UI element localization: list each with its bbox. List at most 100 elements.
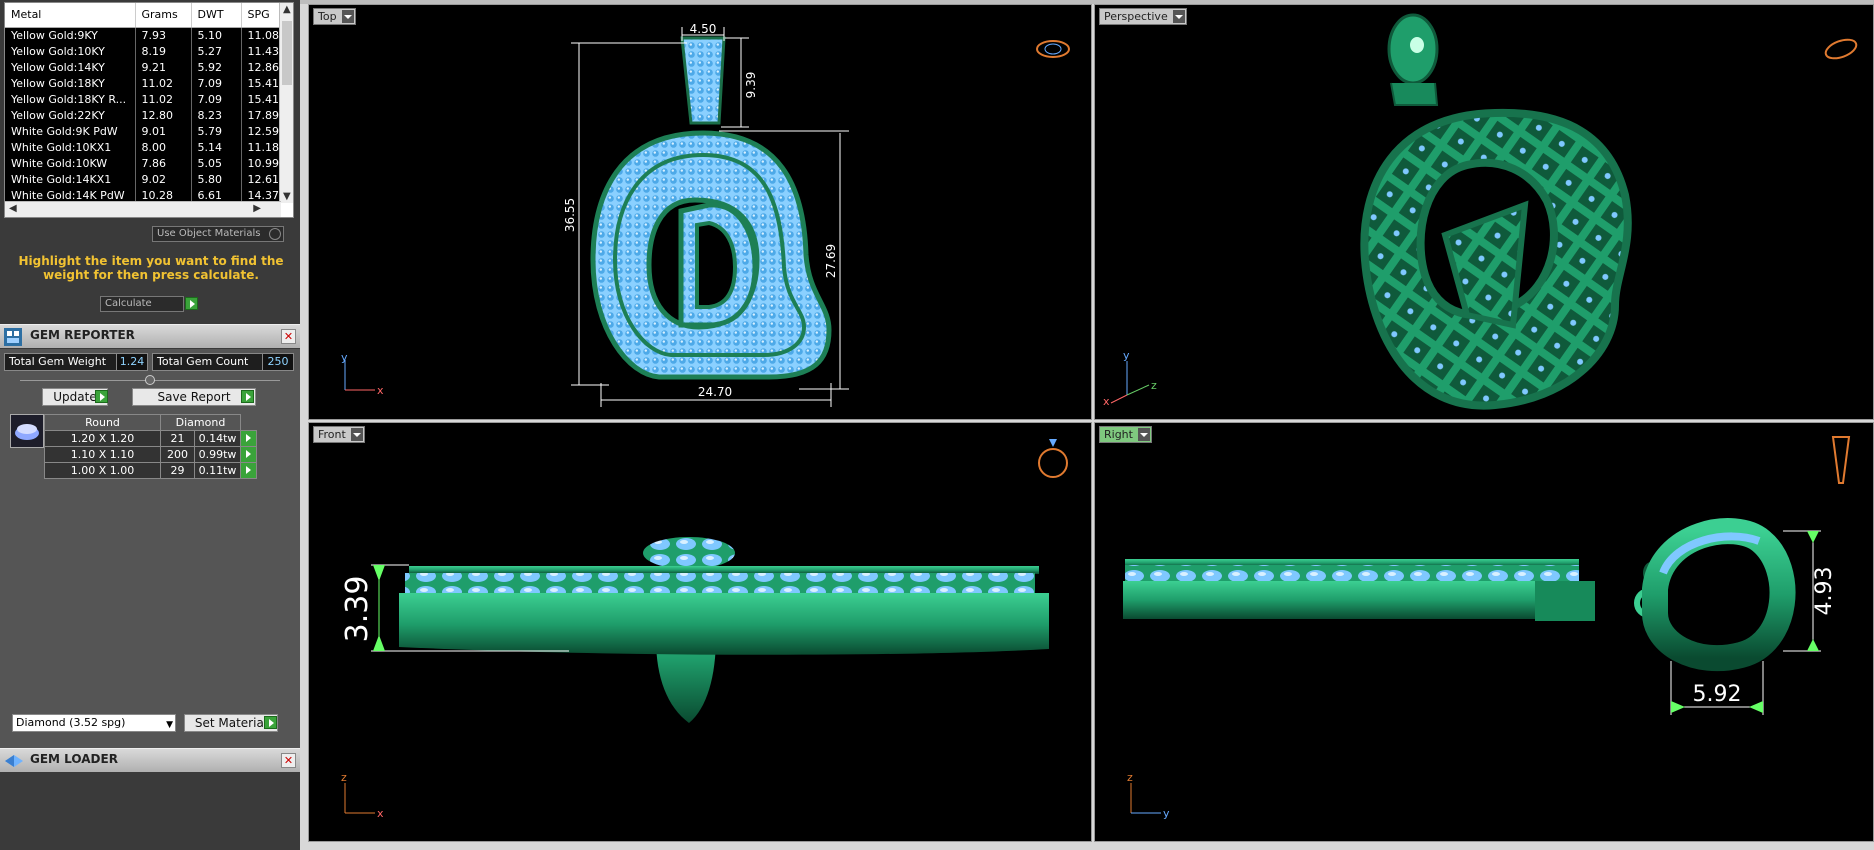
gem-reporter-body [0,349,300,749]
gem-row[interactable]: 1.20 X 1.20 21 0.14tw [44,430,257,447]
gem-reporter-title: GEM REPORTER [30,328,135,342]
total-gem-weight-value: 1.24 [116,353,148,371]
dim-width: 24.70 [698,385,732,399]
set-material-go-icon[interactable] [264,716,277,729]
gem-row-go-cell[interactable] [240,462,257,479]
spg-cell: 17.89 [241,107,284,123]
close-icon[interactable]: ✕ [281,329,296,344]
dwt-cell: 7.09 [191,91,242,107]
viewport-area: Top 4.50 9.39 36.55 27.69 24.70 y x Pers… [304,2,1874,850]
scroll-up-icon[interactable]: ▲ [283,4,291,15]
dim-bail-height: 4.93 [1812,567,1837,616]
axis-z-label: z [341,771,347,784]
table-row[interactable]: White Gold:9K PdW 9.01 5.79 12.59 [5,123,284,139]
use-object-materials-label: Use Object Materials [157,228,261,239]
scroll-left-icon[interactable]: ◀ [9,203,17,214]
viewport-right[interactable]: Right 4.93 5.92 z y [1094,422,1874,842]
metal-weight-table[interactable]: Metal Grams DWT SPG Yellow Gold:9KY 7.93 5… [4,2,294,218]
col-header-spg[interactable]: SPG [241,3,284,28]
scroll-right-icon[interactable]: ▶ [253,203,261,214]
grams-cell: 7.93 [135,27,192,43]
spg-cell: 11.08 [241,27,284,43]
axis-indicator: z y [1127,771,1170,820]
gem-type-header: Diamond [160,414,241,431]
table-row[interactable]: Yellow Gold:18KY R... 11.02 7.09 15.41 [5,91,284,107]
table-row[interactable]: Yellow Gold:9KY 7.93 5.10 11.08 [5,27,284,43]
table-row[interactable]: White Gold:14KX1 9.02 5.80 12.61 [5,171,284,187]
play-icon[interactable] [246,434,251,442]
scroll-down-icon[interactable]: ▼ [283,191,291,202]
metal-cell: Yellow Gold:9KY [5,27,136,43]
update-go-icon[interactable] [95,390,108,403]
gem-weight-cell: 0.99tw [194,446,241,463]
gem-weight-cell: 0.14tw [194,430,241,447]
vertical-scrollbar[interactable]: ▲ ▼ [279,3,293,203]
chevron-down-icon[interactable]: ▼ [166,717,173,733]
gem-row-go-cell[interactable] [240,430,257,447]
gem-loader-header[interactable]: GEM LOADER ✕ [0,748,300,772]
gem-row-go-cell[interactable] [240,446,257,463]
gem-reporter-icon [4,328,22,346]
view-cube-icon[interactable] [1823,36,1859,62]
grams-cell: 9.21 [135,59,192,75]
viewport-perspective[interactable]: Perspective y z x [1094,4,1874,420]
close-icon[interactable]: ✕ [281,753,296,768]
axis-indicator: z x [341,771,384,820]
play-icon[interactable] [246,466,251,474]
save-report-button[interactable]: Save Report [132,388,256,406]
table-row[interactable]: White Gold:10KW 7.86 5.05 10.99 [5,155,284,171]
material-select[interactable]: Diamond (3.52 spg) ▼ [12,714,176,732]
horizontal-scrollbar[interactable]: ◀ ▶ [5,201,281,217]
toggle-icon [269,228,281,240]
table-row[interactable]: Yellow Gold:10KY 8.19 5.27 11.43 [5,43,284,59]
dwt-cell: 5.14 [191,139,242,155]
use-object-materials-checkbox[interactable]: Use Object Materials [152,226,284,242]
dwt-cell: 5.79 [191,123,242,139]
update-label: Update [53,390,97,404]
gem-row[interactable]: 1.10 X 1.10 200 0.99tw [44,446,257,463]
side-view-icon[interactable] [1831,436,1851,484]
col-header-dwt[interactable]: DWT [191,3,242,28]
splitter-handle[interactable] [145,375,155,385]
left-panel: Metal Grams DWT SPG Yellow Gold:9KY 7.93 5… [0,0,300,850]
axis-x-label: x [377,384,384,397]
viewport-top[interactable]: Top 4.50 9.39 36.55 27.69 24.70 y x [308,4,1092,420]
axis-x-label: x [1103,395,1110,408]
spg-cell: 11.18 [241,139,284,155]
metal-cell: Yellow Gold:18KY R... [5,91,136,107]
dim-bail-width: 4.50 [690,22,717,36]
metal-cell: White Gold:10KX1 [5,139,136,155]
gem-row[interactable]: 1.00 X 1.00 29 0.11tw [44,462,257,479]
dim-total-height: 36.55 [563,198,577,232]
table-row[interactable]: Yellow Gold:14KY 9.21 5.92 12.86 [5,59,284,75]
calculate-go-icon[interactable] [185,297,198,310]
ring-view-icon[interactable] [1038,439,1068,478]
axis-y-label: y [1163,807,1170,820]
spg-cell: 12.59 [241,123,284,139]
gem-count-cell: 21 [160,430,195,447]
scroll-thumb[interactable] [282,21,292,85]
table-row[interactable]: White Gold:10KX1 8.00 5.14 11.18 [5,139,284,155]
axis-indicator: y z x [1103,349,1157,408]
dwt-cell: 5.05 [191,155,242,171]
calculate-button[interactable]: Calculate [100,296,184,312]
save-report-go-icon[interactable] [241,390,254,403]
grams-cell: 9.01 [135,123,192,139]
gem-summary-table: Round Diamond 1.20 X 1.20 21 0.14tw 1.10 X … [44,414,257,479]
grams-cell: 8.00 [135,139,192,155]
play-icon[interactable] [246,450,251,458]
metal-cell: White Gold:14KX1 [5,171,136,187]
table-row[interactable]: Yellow Gold:22KY 12.80 8.23 17.89 [5,107,284,123]
col-header-metal[interactable]: Metal [5,3,136,28]
col-header-grams[interactable]: Grams [135,3,192,28]
view-cube-icon[interactable] [1036,40,1070,58]
weight-hint: Highlight the item you want to find the … [18,254,284,282]
dwt-cell: 5.92 [191,59,242,75]
axis-y-label: y [341,351,348,364]
gem-reporter-header[interactable]: GEM REPORTER ✕ [0,324,300,348]
grams-cell: 11.02 [135,91,192,107]
viewport-front[interactable]: Front 3.39 z x [308,422,1092,842]
round-diamond-icon[interactable] [10,414,44,448]
gem-count-cell: 200 [160,446,195,463]
table-row[interactable]: Yellow Gold:18KY 11.02 7.09 15.41 [5,75,284,91]
